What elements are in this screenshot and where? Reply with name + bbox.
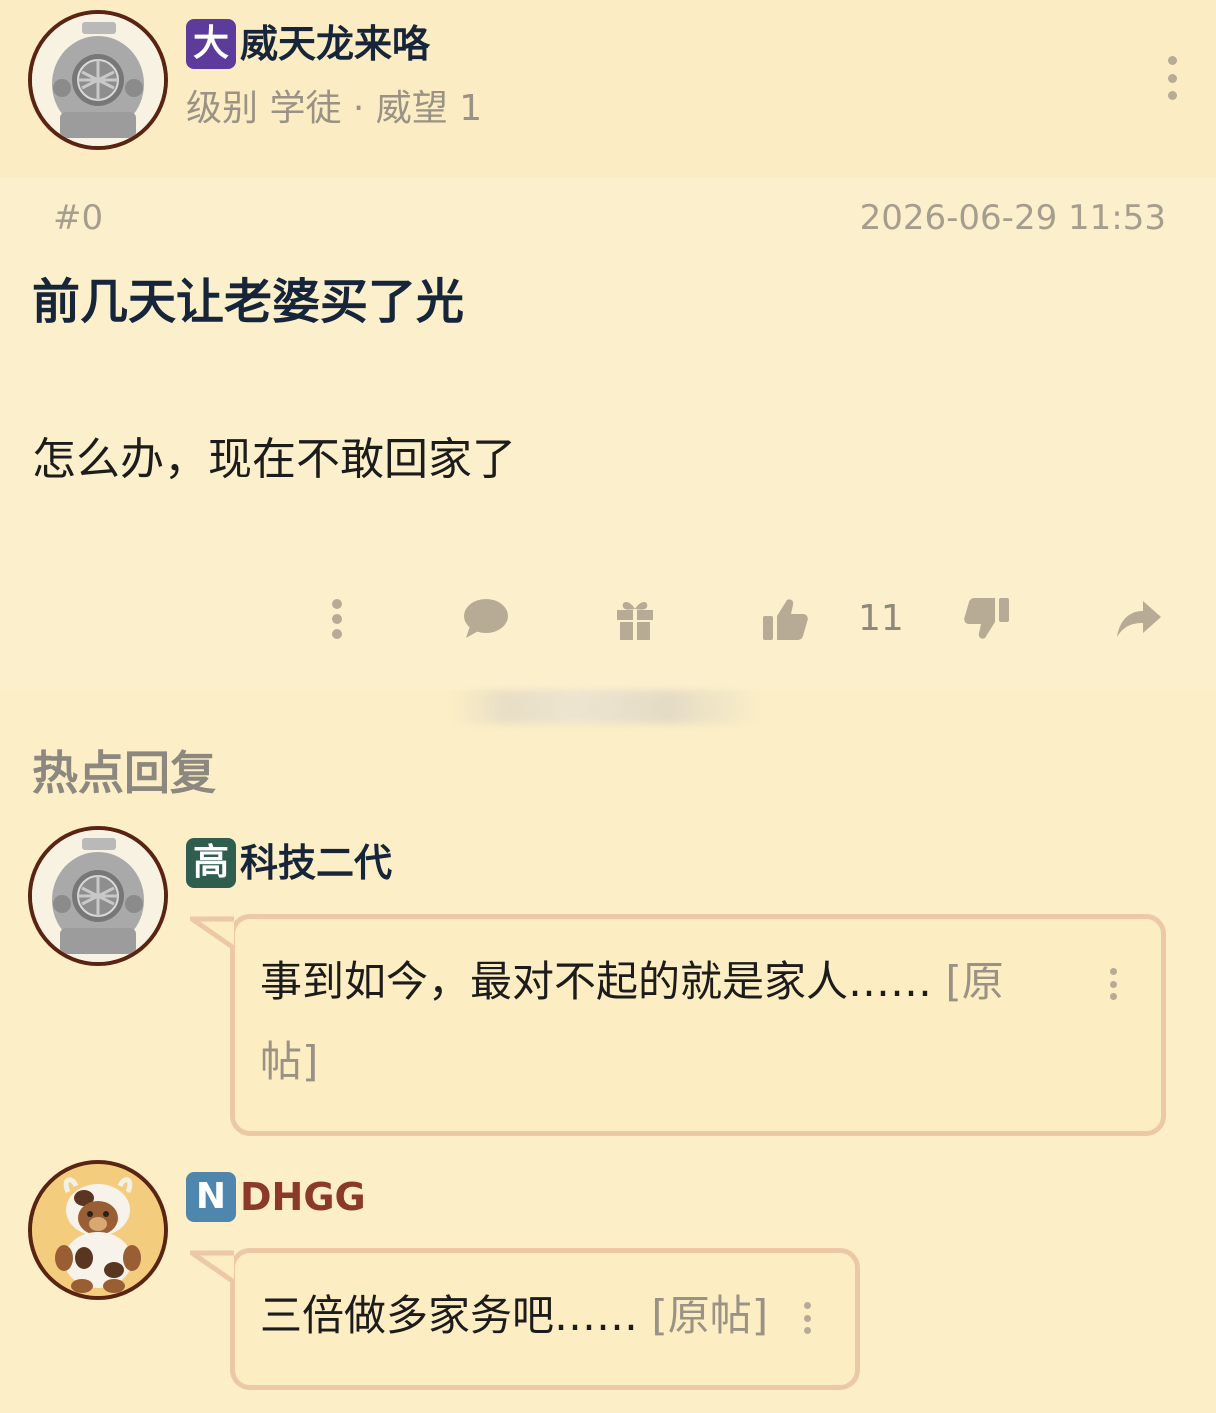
reply-level-badge: N [186, 1172, 236, 1222]
post-timestamp: 2026-06-29 11:53 [859, 198, 1166, 238]
bubble-tail [190, 1248, 236, 1285]
author-meta: 级别 学徒 · 威望 1 [186, 88, 483, 129]
reply-author-name[interactable]: DHGG [240, 1172, 366, 1222]
post-content: 怎么办，现在不敢回家了 [32, 434, 516, 485]
reply-more-icon[interactable] [1106, 968, 1120, 1000]
gift-icon[interactable] [610, 592, 660, 646]
floor-number: #0 [53, 198, 104, 238]
post-header [0, 0, 1216, 178]
bear-cow-costume-icon [32, 1164, 164, 1296]
comment-icon[interactable] [458, 592, 512, 646]
reply-level-badge: 高 [186, 838, 236, 888]
reply-text-main: 三倍做多家务吧…… [260, 1291, 639, 1340]
hot-replies-title: 热点回复 [32, 746, 216, 800]
author-level-badge: 大 [186, 19, 236, 69]
reply-text-main: 事到如今，最对不起的就是家人…… [260, 957, 933, 1006]
thumbs-up-icon[interactable] [758, 592, 812, 646]
author-avatar[interactable] [28, 10, 168, 150]
reply-avatar[interactable] [28, 826, 168, 966]
author-name[interactable]: 威天龙来咯 [240, 19, 430, 69]
reply-more-icon[interactable] [800, 1302, 814, 1334]
reply-author-name[interactable]: 科技二代 [240, 838, 392, 888]
reply-text: 三倍做多家务吧…… [原帖] [260, 1276, 768, 1356]
share-icon[interactable] [1112, 592, 1166, 646]
original-post-link[interactable]: [原帖] [638, 1291, 768, 1340]
reply-text: 事到如今，最对不起的就是家人…… [原 帖] [260, 942, 1060, 1102]
diving-helmet-icon [32, 830, 164, 962]
bubble-tail [190, 914, 236, 951]
reply-avatar[interactable] [28, 1160, 168, 1300]
diving-helmet-icon [32, 14, 164, 146]
post-more-icon[interactable] [1160, 56, 1184, 100]
action-more-icon[interactable] [322, 592, 352, 646]
post-title: 前几天让老婆买了光 [32, 274, 465, 330]
original-post-link[interactable]: [原 [932, 957, 1003, 1006]
like-count: 11 [858, 598, 904, 639]
original-post-link-cont[interactable]: 帖] [260, 1037, 318, 1086]
thumbs-down-icon[interactable] [960, 592, 1014, 646]
blurred-divider [450, 690, 762, 724]
